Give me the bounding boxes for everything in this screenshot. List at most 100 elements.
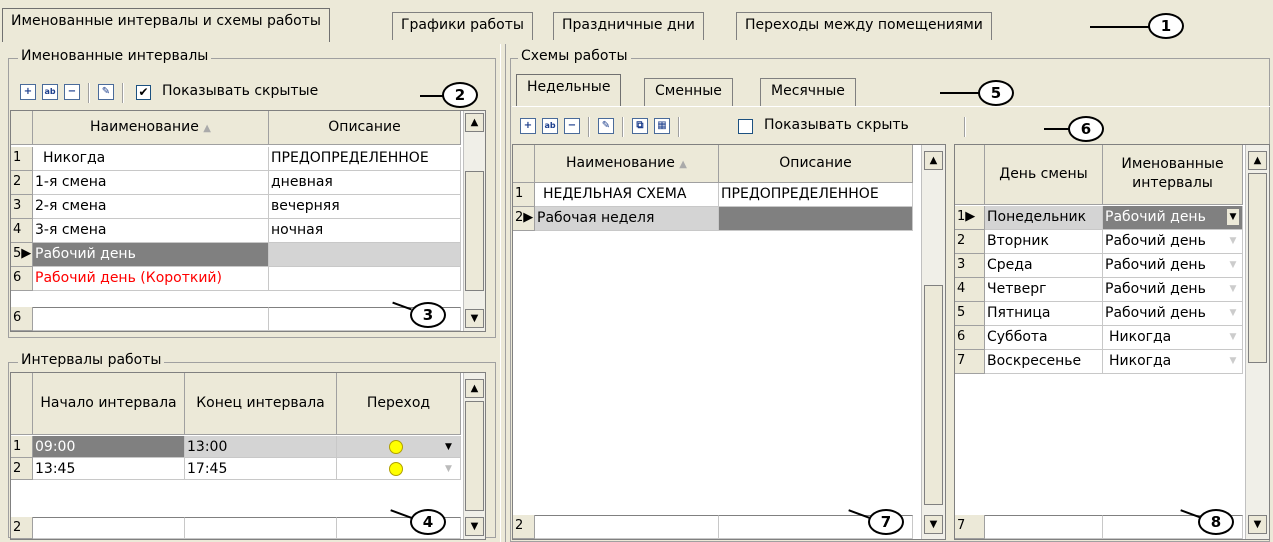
table-cell[interactable]: ПРЕДОПРЕДЕЛЕННОЕ — [269, 147, 461, 171]
table-cell[interactable]: 17:45 — [185, 458, 337, 480]
calendar-icon[interactable]: ▦ — [654, 118, 670, 134]
footer-cell — [185, 517, 337, 539]
table-cell[interactable]: вечерняя — [269, 195, 461, 219]
table-cell-selected[interactable]: Рабочая неделя — [535, 207, 719, 231]
dropdown-arrow-icon[interactable]: ▼ — [1226, 302, 1240, 324]
column-header-desc[interactable]: Описание — [719, 145, 913, 183]
subtab-shift[interactable]: Сменные — [644, 78, 733, 106]
table-cell[interactable]: Рабочий день ▼ — [1103, 254, 1243, 278]
table-cell[interactable]: Рабочий день ▼ — [1103, 302, 1243, 326]
scroll-up-icon[interactable]: ▲ — [1248, 151, 1267, 170]
column-header-end[interactable]: Конец интервала — [185, 373, 337, 435]
toolbar-separator — [622, 117, 624, 137]
tab-holidays[interactable]: Праздничные дни — [553, 12, 704, 40]
table-cell-selected[interactable]: Понедельник — [985, 206, 1103, 230]
column-header-name[interactable]: Наименование ▲ — [33, 111, 269, 145]
table-cell[interactable]: Рабочий день ▼ — [1103, 230, 1243, 254]
dropdown-arrow-icon[interactable]: ▼ — [445, 436, 452, 457]
vertical-scrollbar[interactable]: ▲ ▼ — [463, 111, 485, 331]
table-cell[interactable]: НЕДЕЛЬНАЯ СХЕМА — [535, 183, 719, 207]
table-cell[interactable]: Рабочий день ▼ — [1103, 278, 1243, 302]
column-header-name[interactable]: Наименование ▲ — [535, 145, 719, 183]
table-cell[interactable] — [269, 267, 461, 291]
show-hidden-checkbox[interactable]: ✔ — [136, 85, 151, 100]
dropdown-arrow-icon[interactable]: ▼ — [1226, 326, 1240, 348]
scroll-thumb[interactable] — [465, 171, 484, 291]
toolbar-separator — [588, 117, 590, 137]
table-cell[interactable]: ПРЕДОПРЕДЕЛЕННОЕ — [719, 183, 913, 207]
subtab-weekly[interactable]: Недельные — [516, 74, 622, 106]
scroll-up-icon[interactable]: ▲ — [924, 151, 943, 170]
table-cell[interactable]: 13:00 — [185, 436, 337, 458]
dropdown-arrow-icon[interactable]: ▼ — [1226, 230, 1240, 252]
column-header-desc[interactable]: Описание — [269, 111, 461, 145]
callout-2: 2 — [442, 82, 478, 108]
splitter[interactable] — [500, 44, 506, 542]
scroll-down-icon[interactable]: ▼ — [465, 309, 484, 328]
row-indicator: 5 — [955, 302, 985, 326]
table-cell[interactable]: дневная — [269, 171, 461, 195]
table-cell[interactable]: Рабочий день (Короткий) — [33, 267, 269, 291]
scroll-thumb[interactable] — [924, 285, 943, 505]
footer-count: 7 — [955, 515, 985, 539]
days-grid: День смены Именованные интервалы 1▶ Поне… — [954, 144, 1270, 540]
dropdown-arrow-icon[interactable]: ▼ — [445, 458, 452, 479]
properties-icon[interactable]: ✎ — [598, 118, 614, 134]
table-cell[interactable]: Никогда ▼ — [1103, 350, 1243, 374]
vertical-scrollbar[interactable]: ▲ ▼ — [1245, 145, 1269, 539]
column-header-interval[interactable]: Именованные интервалы — [1103, 145, 1243, 205]
table-cell-selected[interactable]: 09:00 — [33, 436, 185, 458]
dropdown-arrow-icon[interactable]: ▼ — [1226, 278, 1240, 300]
copy-icon[interactable]: ⧉ — [632, 118, 648, 134]
delete-icon[interactable]: − — [564, 118, 580, 134]
table-cell[interactable]: Рабочий день ▼ — [1103, 206, 1243, 230]
scroll-down-icon[interactable]: ▼ — [924, 515, 943, 534]
transition-cell[interactable]: ▼ — [337, 458, 461, 480]
table-cell[interactable]: 1-я смена — [33, 171, 269, 195]
table-cell[interactable] — [719, 207, 913, 231]
scroll-thumb[interactable] — [1248, 173, 1267, 363]
table-cell[interactable]: Никогда — [33, 147, 269, 171]
edit-icon[interactable]: ab — [542, 118, 558, 134]
table-cell[interactable] — [269, 243, 461, 267]
table-cell[interactable]: Четверг — [985, 278, 1103, 302]
scroll-down-icon[interactable]: ▼ — [465, 517, 484, 536]
dropdown-arrow-icon[interactable]: ▼ — [1226, 254, 1240, 276]
table-cell[interactable]: Пятница — [985, 302, 1103, 326]
column-header-day[interactable]: День смены — [985, 145, 1103, 205]
tab-named-intervals[interactable]: Именованные интервалы и схемы работы — [2, 8, 330, 42]
subtab-monthly[interactable]: Месячные — [760, 78, 856, 106]
properties-icon[interactable]: ✎ — [98, 84, 114, 100]
tab-work-graphs[interactable]: Графики работы — [392, 12, 533, 40]
table-cell[interactable]: ночная — [269, 219, 461, 243]
table-cell[interactable]: 2-я смена — [33, 195, 269, 219]
table-cell[interactable]: 13:45 — [33, 458, 185, 480]
table-cell[interactable]: Среда — [985, 254, 1103, 278]
table-cell[interactable]: Никогда ▼ — [1103, 326, 1243, 350]
add-icon[interactable]: + — [20, 84, 36, 100]
column-header-start[interactable]: Начало интервала — [33, 373, 185, 435]
row-indicator: 5▶ — [11, 243, 33, 267]
scroll-down-icon[interactable]: ▼ — [1248, 515, 1267, 534]
column-header-transition[interactable]: Переход — [337, 373, 461, 435]
scroll-up-icon[interactable]: ▲ — [465, 379, 484, 398]
delete-icon[interactable]: − — [64, 84, 80, 100]
row-indicator: 1 — [11, 147, 33, 171]
edit-icon[interactable]: ab — [42, 84, 58, 100]
table-cell[interactable]: Суббота — [985, 326, 1103, 350]
scroll-up-icon[interactable]: ▲ — [465, 113, 484, 132]
tab-room-transitions[interactable]: Переходы между помещениями — [736, 12, 992, 40]
dropdown-arrow-icon[interactable]: ▼ — [1226, 208, 1240, 226]
add-icon[interactable]: + — [520, 118, 536, 134]
toolbar-separator — [964, 117, 966, 137]
table-cell[interactable]: Воскресенье — [985, 350, 1103, 374]
transition-cell[interactable]: ▼ — [337, 436, 461, 458]
dropdown-arrow-icon[interactable]: ▼ — [1226, 350, 1240, 372]
vertical-scrollbar[interactable]: ▲ ▼ — [463, 373, 485, 539]
show-hidden-checkbox[interactable] — [738, 119, 753, 134]
scroll-thumb[interactable] — [465, 401, 484, 511]
vertical-scrollbar[interactable]: ▲ ▼ — [921, 145, 945, 539]
table-cell[interactable]: Вторник — [985, 230, 1103, 254]
table-cell-selected[interactable]: Рабочий день — [33, 243, 269, 267]
table-cell[interactable]: 3-я смена — [33, 219, 269, 243]
